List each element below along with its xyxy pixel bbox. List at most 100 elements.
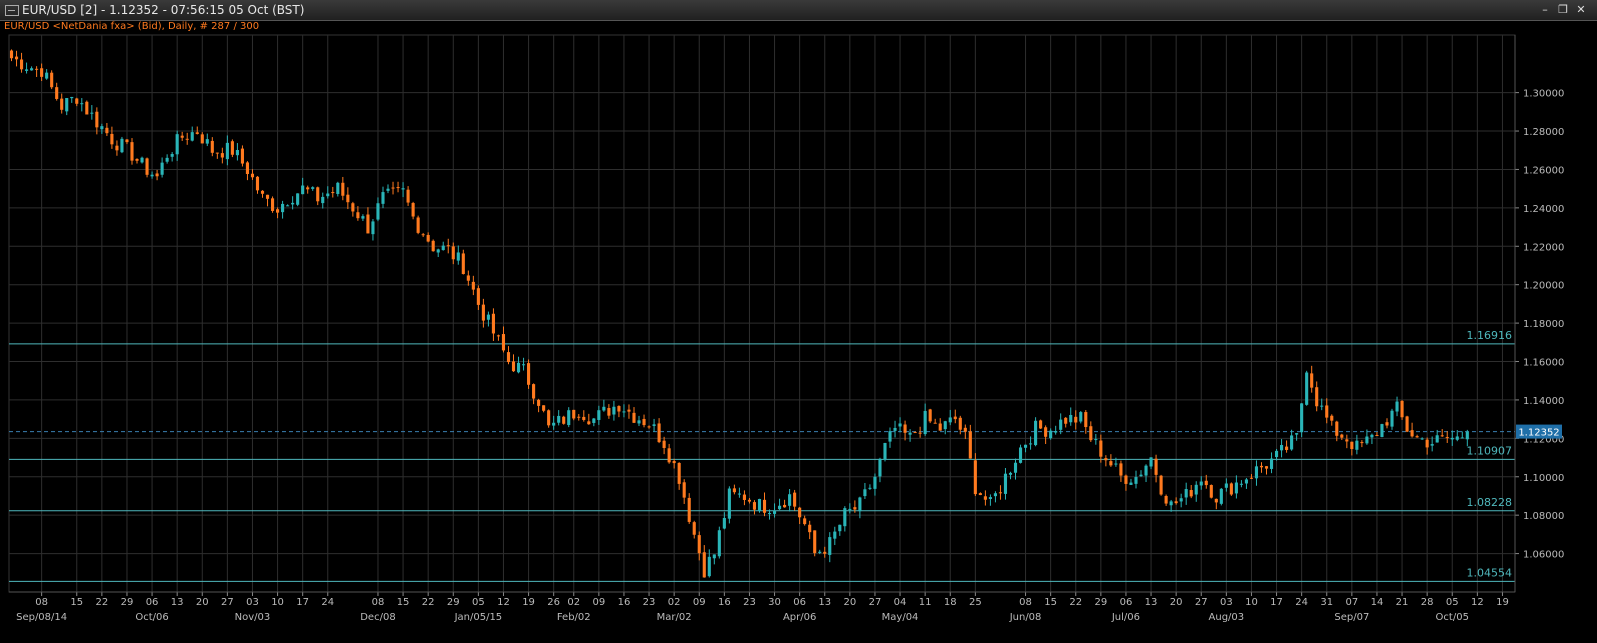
- y-tick-label: 1.30000: [1523, 89, 1564, 100]
- x-month-label: Aug/03: [1209, 612, 1245, 623]
- candle-body: [692, 522, 696, 535]
- candle-body: [1074, 416, 1078, 423]
- candle-body: [1114, 463, 1118, 465]
- candle-body: [1320, 405, 1324, 407]
- candle-body: [436, 249, 440, 253]
- candle-body: [702, 552, 706, 578]
- candle-body: [612, 406, 616, 415]
- candle-body: [632, 412, 636, 423]
- candle-body: [1385, 422, 1389, 426]
- x-month-label: Oct/06: [135, 612, 168, 623]
- candle-body: [918, 432, 922, 434]
- candle-body: [1410, 430, 1414, 437]
- candle-body: [833, 531, 837, 539]
- candle-body: [893, 427, 897, 431]
- candle-body: [1330, 415, 1334, 421]
- candle-body: [752, 502, 757, 510]
- candle-body: [1405, 416, 1409, 432]
- candle-body: [1199, 481, 1203, 486]
- candle-body: [767, 513, 772, 515]
- candle-body: [722, 517, 726, 529]
- candle-body: [1445, 437, 1449, 439]
- candle-body: [215, 152, 219, 154]
- candle-body: [245, 162, 250, 175]
- x-day-label: 11: [919, 597, 932, 608]
- candle-body: [1079, 412, 1083, 422]
- candle-body: [813, 530, 817, 554]
- candle-body: [90, 112, 94, 114]
- candle-body: [9, 50, 14, 59]
- candles: [9, 49, 1469, 578]
- candle-body: [592, 418, 596, 423]
- candle-body: [712, 554, 716, 559]
- y-tick-label: 1.08000: [1523, 511, 1564, 522]
- candle-body: [602, 406, 606, 411]
- candle-body: [968, 431, 972, 459]
- candle-body: [808, 524, 812, 533]
- y-tick-label: 1.24000: [1523, 204, 1564, 215]
- candle-body: [1365, 436, 1369, 444]
- candle-body: [190, 132, 194, 141]
- candle-body: [742, 494, 746, 500]
- candle-body: [451, 246, 455, 260]
- x-day-label: 20: [196, 597, 209, 608]
- candle-body: [577, 416, 581, 418]
- candle-body: [963, 427, 967, 432]
- candle-body: [562, 416, 566, 424]
- candle-body: [1300, 403, 1304, 433]
- candle-body: [1124, 475, 1128, 484]
- candle-body: [1244, 479, 1248, 484]
- x-month-label: Feb/02: [557, 612, 591, 623]
- candle-body: [642, 418, 646, 426]
- grid-layer: [8, 34, 1516, 593]
- x-day-label: 13: [818, 597, 831, 608]
- x-month-label: Sep/08/14: [16, 612, 67, 623]
- candle-body: [466, 275, 470, 281]
- candle-body: [943, 421, 947, 430]
- candle-body: [65, 98, 69, 112]
- candle-body: [1179, 498, 1183, 502]
- candle-body: [1064, 417, 1068, 424]
- x-day-label: 25: [969, 597, 982, 608]
- candle-body: [155, 173, 159, 177]
- candle-body: [762, 499, 767, 513]
- candle-body: [828, 537, 832, 555]
- candle-body: [25, 69, 29, 71]
- candle-body: [1049, 430, 1053, 439]
- candle-body: [1023, 444, 1028, 448]
- candle-body: [175, 134, 179, 155]
- candle-body: [270, 198, 275, 211]
- candle-body: [511, 361, 516, 372]
- candle-body: [1239, 483, 1243, 485]
- candle-body: [1269, 458, 1274, 469]
- x-day-label: 30: [768, 597, 781, 608]
- x-day-label: 10: [1245, 597, 1258, 608]
- candle-body: [1013, 462, 1018, 473]
- candle-body: [1194, 484, 1198, 495]
- candle-body: [35, 68, 39, 70]
- candle-body: [1420, 438, 1424, 440]
- x-day-label: 27: [1195, 597, 1208, 608]
- candle-body: [205, 139, 209, 144]
- candle-body: [737, 493, 741, 495]
- candle-body: [923, 410, 927, 435]
- candle-body: [351, 203, 355, 212]
- candle-body: [1034, 420, 1038, 446]
- x-day-label: 14: [1371, 597, 1384, 608]
- candle-body: [371, 221, 375, 235]
- candle-body: [14, 56, 19, 60]
- candle-body: [998, 492, 1003, 494]
- candle-body: [230, 141, 234, 155]
- candle-body: [441, 245, 445, 251]
- candle-body: [170, 154, 174, 157]
- x-day-label: 06: [146, 597, 159, 608]
- candlestick-chart[interactable]: 1.16916 1.10907 1.08228 1.04554 1.30000 1.28…: [0, 0, 1597, 643]
- candle-body: [622, 411, 626, 413]
- x-day-label: 03: [1220, 597, 1233, 608]
- x-day-label: 06: [793, 597, 806, 608]
- candle-body: [803, 518, 807, 525]
- candle-body: [1039, 420, 1043, 429]
- candle-body: [311, 187, 315, 189]
- candle-body: [471, 281, 475, 290]
- candle-body: [883, 442, 887, 460]
